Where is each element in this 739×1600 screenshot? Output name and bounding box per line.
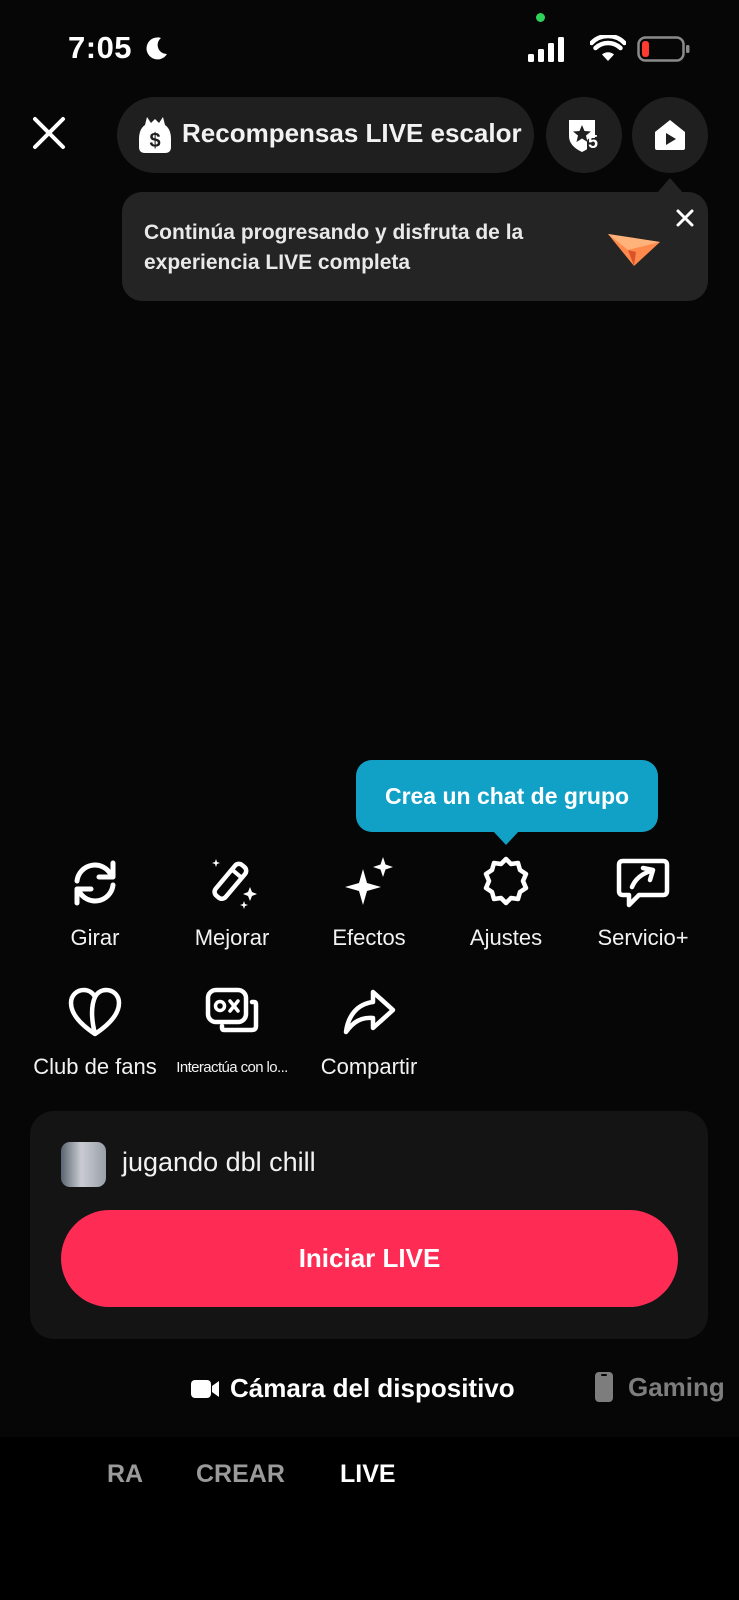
mode-tab-live[interactable]: LIVE	[340, 1460, 396, 1489]
mode-tab-partial[interactable]: RA	[107, 1460, 143, 1489]
moon-icon	[146, 37, 167, 60]
rank-badge-number: 5	[588, 132, 599, 152]
svg-text:$: $	[149, 130, 160, 152]
tool-label: Girar	[70, 925, 120, 950]
signal-icon	[528, 37, 564, 62]
tool-label: Servicio+	[597, 925, 689, 950]
close-icon	[676, 209, 694, 227]
tool-interactua[interactable]: Interactúa con lo...	[162, 982, 302, 1102]
rank-badge-button[interactable]: 5	[546, 97, 622, 173]
broadcast-icon	[655, 120, 685, 150]
mode-tab-crear[interactable]: CREAR	[196, 1460, 285, 1489]
heart-club-icon	[68, 987, 122, 1037]
tool-label: Interactúa con lo...	[176, 1059, 288, 1076]
source-device-camera-label: Cámara del dispositivo	[230, 1373, 515, 1403]
camera-in-use-indicator	[536, 13, 545, 22]
broadcast-button[interactable]	[632, 97, 708, 173]
group-chat-tooltip[interactable]: Crea un chat de grupo	[356, 760, 658, 832]
wifi-icon	[590, 35, 626, 61]
tooltip-caret	[493, 831, 519, 845]
close-icon	[33, 117, 65, 149]
tool-compartir[interactable]: Compartir	[299, 982, 439, 1102]
close-button[interactable]	[26, 110, 72, 156]
phone-icon	[595, 1372, 613, 1402]
share-arrow-icon	[343, 989, 396, 1035]
start-live-button[interactable]: Iniciar LIVE	[61, 1210, 678, 1307]
cover-thumbnail[interactable]	[61, 1142, 106, 1187]
rank-badge-icon	[569, 120, 603, 154]
magic-wand-icon	[212, 859, 257, 909]
source-gaming-label: Gaming	[628, 1371, 725, 1402]
tool-servicio[interactable]: Servicio+	[573, 853, 713, 973]
game-controller-icon	[205, 987, 259, 1033]
tool-club-de-fans[interactable]: Club de fans	[25, 982, 165, 1102]
sparkles-icon	[345, 857, 393, 905]
status-time: 7:05	[68, 30, 133, 65]
tool-ajustes[interactable]: Ajustes	[436, 853, 576, 973]
tool-label: Compartir	[320, 1054, 418, 1079]
source-gaming[interactable]: Gaming	[594, 1371, 725, 1403]
battery-low-icon	[637, 36, 690, 62]
progress-tooltip-text: Continúa progresando y disfruta de la ex…	[144, 221, 524, 274]
live-rewards-label: Recompensas LIVE escalor	[182, 118, 522, 148]
source-device-camera[interactable]: Cámara del dispositivo	[190, 1373, 515, 1404]
dollar-bag-icon: $	[139, 117, 171, 153]
tool-label: Efectos	[332, 925, 406, 950]
tooltip-close-button[interactable]	[670, 203, 700, 233]
tool-girar[interactable]: Girar	[25, 853, 165, 973]
tool-mejorar[interactable]: Mejorar	[162, 853, 302, 973]
video-camera-icon	[191, 1379, 219, 1398]
stream-title-input[interactable]: jugando dbl chill	[122, 1147, 316, 1178]
rotate-icon	[74, 860, 116, 906]
settings-gear-icon	[483, 856, 529, 906]
paper-plane-icon	[608, 234, 660, 266]
tool-label: Ajustes	[469, 925, 543, 950]
tool-efectos[interactable]: Efectos	[299, 853, 439, 973]
tool-label: Club de fans	[33, 1054, 157, 1079]
tool-label: Mejorar	[194, 925, 270, 950]
service-plus-icon	[616, 858, 670, 908]
group-chat-tooltip-text: Crea un chat de grupo	[384, 782, 630, 809]
start-live-label: Iniciar LIVE	[298, 1243, 441, 1273]
